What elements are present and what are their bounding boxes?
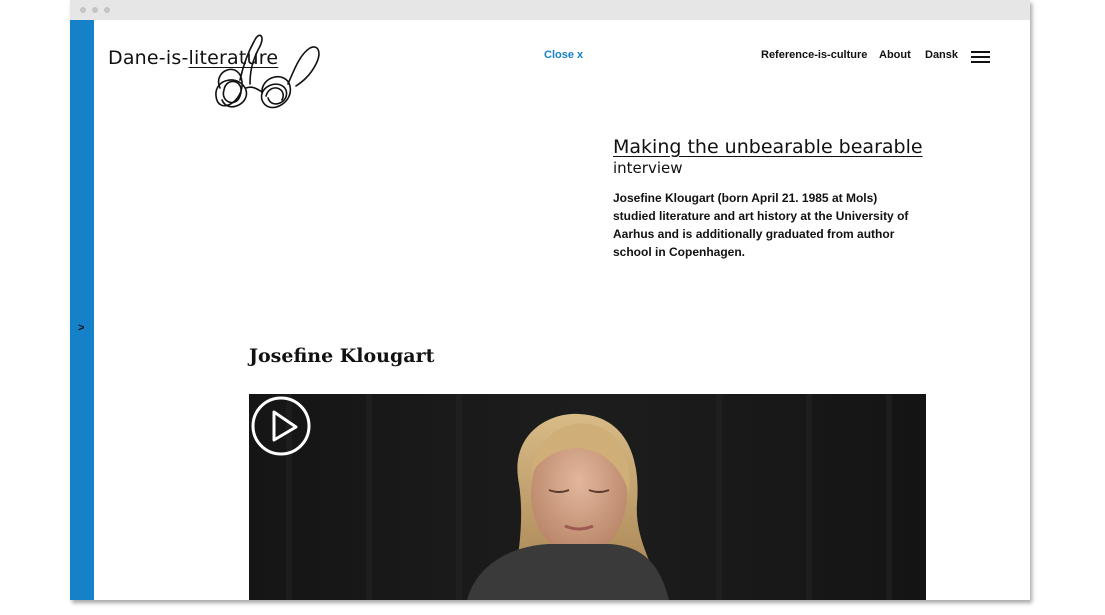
sidebar-toggle-icon[interactable]: > bbox=[78, 322, 84, 334]
article-title[interactable]: Making the unbearable bearable bbox=[613, 135, 923, 159]
hamburger-icon[interactable] bbox=[971, 51, 990, 65]
play-icon[interactable] bbox=[249, 394, 313, 458]
nav-reference-is-culture[interactable]: Reference-is-culture bbox=[761, 49, 867, 61]
sidebar-rail[interactable]: > bbox=[70, 20, 94, 600]
author-name-heading: Josefine Klougart bbox=[249, 345, 435, 367]
window-dot-icon[interactable] bbox=[104, 7, 110, 13]
window-chrome bbox=[70, 0, 1030, 20]
window-dot-icon[interactable] bbox=[80, 7, 86, 13]
logo-prefix: Dane-is- bbox=[108, 47, 189, 69]
glasses-doodle-icon bbox=[215, 34, 320, 109]
article-kind: interview bbox=[613, 159, 683, 177]
video-player[interactable] bbox=[249, 394, 926, 600]
window-dot-icon[interactable] bbox=[92, 7, 98, 13]
close-link[interactable]: Close x bbox=[544, 49, 583, 61]
browser-window: > Dane-is-literature Close x Reference-i… bbox=[70, 0, 1030, 600]
nav-about[interactable]: About bbox=[879, 49, 911, 61]
video-frame bbox=[249, 394, 926, 600]
author-bio: Josefine Klougart (born April 21. 1985 a… bbox=[613, 191, 909, 259]
nav-dansk[interactable]: Dansk bbox=[925, 49, 958, 61]
